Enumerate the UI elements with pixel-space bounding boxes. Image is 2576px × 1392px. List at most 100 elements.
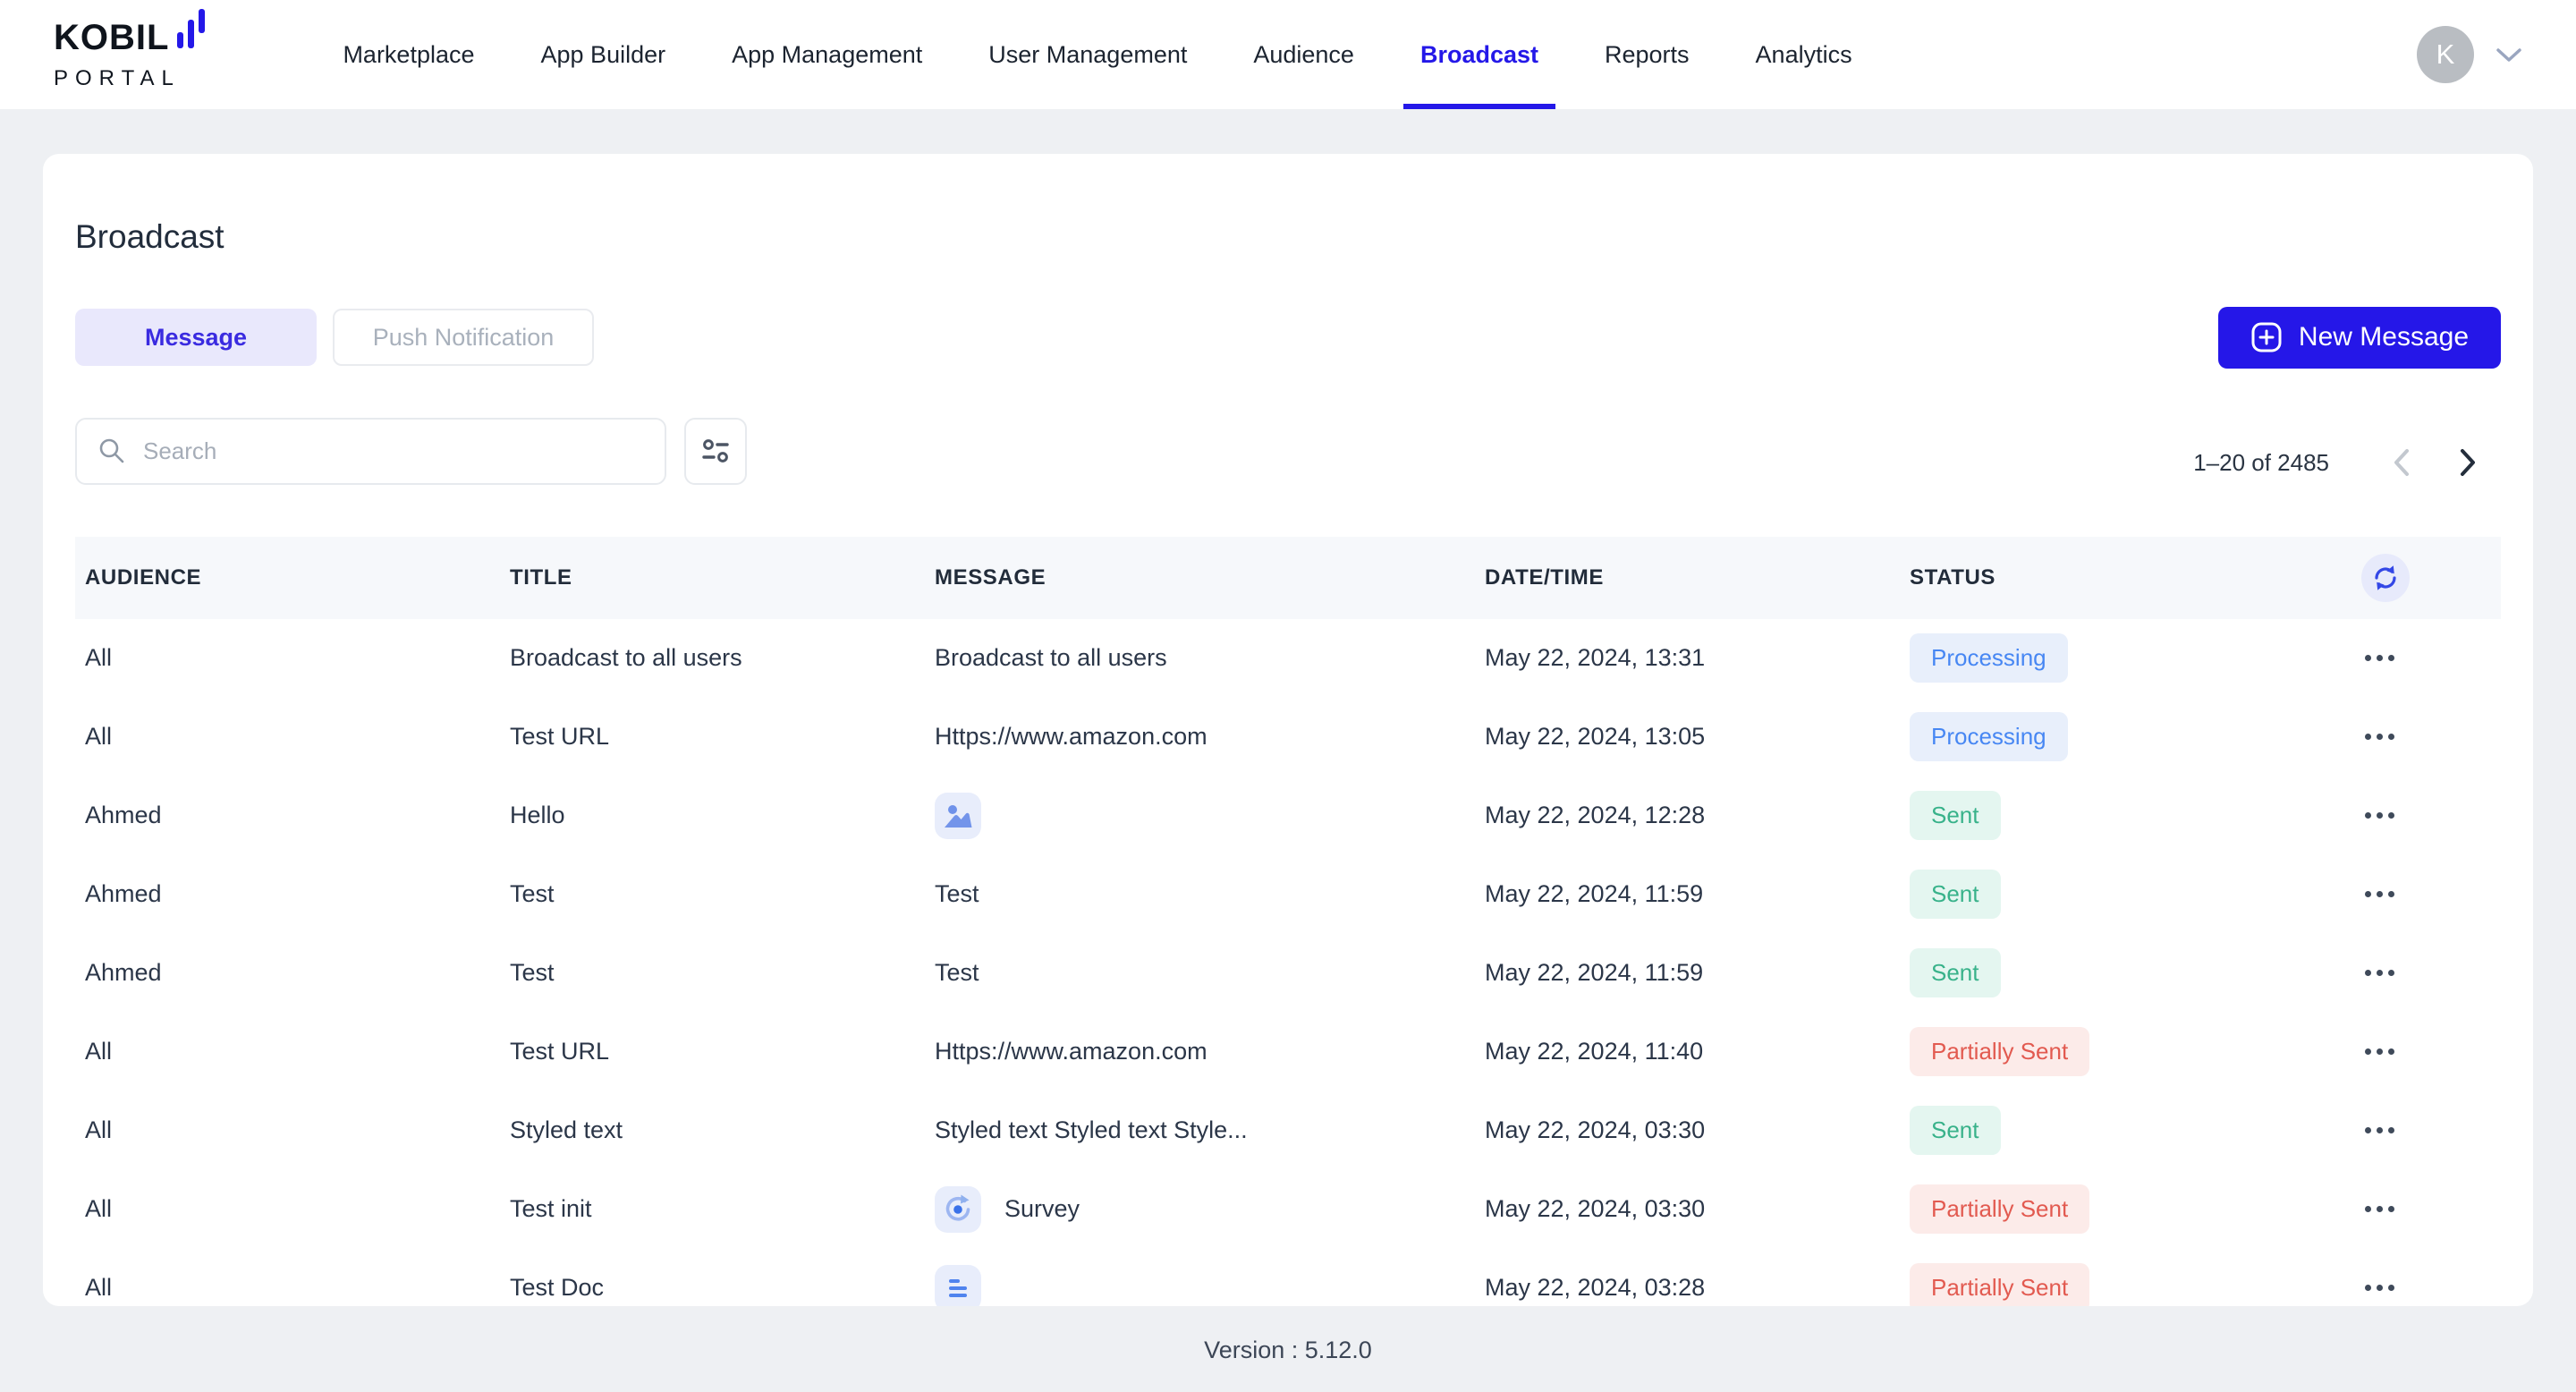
search-icon <box>97 436 127 466</box>
cell-message <box>925 793 1475 839</box>
cell-title: Hello <box>500 802 925 829</box>
tab-push-notification[interactable]: Push Notification <box>333 309 594 366</box>
nav-item-reports[interactable]: Reports <box>1572 0 1723 109</box>
column-header-date-time: DATE/TIME <box>1475 565 1900 590</box>
cell-status: Sent <box>1900 1106 2347 1155</box>
column-header-audience: AUDIENCE <box>75 565 500 590</box>
nav-item-audience[interactable]: Audience <box>1220 0 1387 109</box>
plus-square-icon <box>2250 321 2283 353</box>
message-text: Https://www.amazon.com <box>935 1038 1208 1065</box>
table-row: All Test URL Https://www.amazon.com May … <box>75 698 2501 777</box>
row-menu-button[interactable] <box>2347 721 2394 752</box>
cell-audience: All <box>75 1038 500 1065</box>
message-text: Survey <box>1004 1195 1080 1223</box>
row-menu-button[interactable] <box>2347 800 2394 831</box>
cell-status: Processing <box>1900 712 2347 761</box>
header-actions-cell <box>2347 554 2501 602</box>
message-text: Test <box>935 880 979 908</box>
refresh-icon <box>2370 563 2401 593</box>
cell-audience: Ahmed <box>75 802 500 829</box>
cell-status: Sent <box>1900 870 2347 919</box>
cell-message <box>925 1265 1475 1306</box>
table-row: All Broadcast to all users Broadcast to … <box>75 619 2501 698</box>
avatar[interactable]: K <box>2417 26 2474 83</box>
pagination-prev-button[interactable] <box>2368 441 2435 484</box>
cell-actions <box>2347 800 2501 831</box>
status-badge: Sent <box>1910 870 2001 919</box>
cell-datetime: May 22, 2024, 03:28 <box>1475 1274 1900 1302</box>
pagination-next-button[interactable] <box>2435 441 2501 484</box>
row-menu-button[interactable] <box>2347 957 2394 989</box>
status-badge: Processing <box>1910 712 2068 761</box>
cell-actions <box>2347 642 2501 674</box>
cell-title: Test init <box>500 1195 925 1223</box>
cell-datetime: May 22, 2024, 11:59 <box>1475 880 1900 908</box>
cell-audience: All <box>75 1195 500 1223</box>
tab-message[interactable]: Message <box>75 309 317 366</box>
top-navbar: KOBIL PORTAL MarketplaceApp BuilderApp M… <box>0 0 2576 109</box>
cell-datetime: May 22, 2024, 11:40 <box>1475 1038 1900 1065</box>
pagination: 1–20 of 2485 <box>2193 441 2501 484</box>
status-badge: Partially Sent <box>1910 1027 2089 1076</box>
search-input[interactable] <box>141 437 645 466</box>
cell-actions <box>2347 878 2501 910</box>
refresh-button[interactable] <box>2361 554 2410 602</box>
new-message-button[interactable]: New Message <box>2218 307 2501 369</box>
chevron-down-icon[interactable] <box>2496 47 2522 63</box>
status-badge: Partially Sent <box>1910 1184 2089 1234</box>
image-icon <box>935 793 981 839</box>
survey-icon <box>935 1186 981 1233</box>
table-row: All Test URL Https://www.amazon.com May … <box>75 1013 2501 1091</box>
cell-audience: Ahmed <box>75 959 500 987</box>
nav-item-app-management[interactable]: App Management <box>699 0 955 109</box>
column-header-status: STATUS <box>1900 565 2347 590</box>
cell-actions <box>2347 1193 2501 1225</box>
cell-audience: All <box>75 1274 500 1302</box>
cell-message: Broadcast to all users <box>925 644 1475 672</box>
cell-datetime: May 22, 2024, 13:05 <box>1475 723 1900 751</box>
column-header-message: MESSAGE <box>925 565 1475 590</box>
footer: Version : 5.12.0 <box>0 1308 2576 1392</box>
search-box <box>75 418 666 485</box>
row-menu-button[interactable] <box>2347 878 2394 910</box>
main-nav: MarketplaceApp BuilderApp ManagementUser… <box>309 0 1885 109</box>
cell-title: Test <box>500 959 925 987</box>
cell-datetime: May 22, 2024, 13:31 <box>1475 644 1900 672</box>
cell-status: Partially Sent <box>1900 1184 2347 1234</box>
tabs-row: Message Push Notification New Message <box>75 307 2501 369</box>
filter-settings-button[interactable] <box>684 418 747 485</box>
cell-status: Partially Sent <box>1900 1027 2347 1076</box>
broadcast-card: Broadcast MessagePush Notification New M… <box>43 154 2533 1306</box>
nav-item-analytics[interactable]: Analytics <box>1723 0 1885 109</box>
cell-status: Processing <box>1900 633 2347 683</box>
row-menu-button[interactable] <box>2347 1115 2394 1146</box>
status-badge: Sent <box>1910 791 2001 840</box>
cell-message: Https://www.amazon.com <box>925 723 1475 751</box>
cell-status: Sent <box>1900 948 2347 997</box>
cell-message: Https://www.amazon.com <box>925 1038 1475 1065</box>
nav-item-marketplace[interactable]: Marketplace <box>309 0 507 109</box>
row-menu-button[interactable] <box>2347 1272 2394 1303</box>
logo-signal-bars-icon <box>177 9 211 62</box>
user-menu: K <box>2417 0 2522 109</box>
cell-status: Partially Sent <box>1900 1263 2347 1306</box>
cell-title: Styled text <box>500 1116 925 1144</box>
row-menu-button[interactable] <box>2347 1036 2394 1067</box>
cell-message: Survey <box>925 1186 1475 1233</box>
table-row: Ahmed Test Test May 22, 2024, 11:59 Sent <box>75 934 2501 1013</box>
status-badge: Partially Sent <box>1910 1263 2089 1306</box>
table-row: Ahmed Test Test May 22, 2024, 11:59 Sent <box>75 855 2501 934</box>
nav-item-broadcast[interactable]: Broadcast <box>1387 0 1572 109</box>
row-menu-button[interactable] <box>2347 642 2394 674</box>
cell-title: Test <box>500 880 925 908</box>
cell-actions <box>2347 1115 2501 1146</box>
cell-title: Broadcast to all users <box>500 644 925 672</box>
table-row: All Test init Survey May 22, 2024, 03:30… <box>75 1170 2501 1249</box>
message-text: Broadcast to all users <box>935 644 1167 672</box>
row-menu-button[interactable] <box>2347 1193 2394 1225</box>
nav-item-app-builder[interactable]: App Builder <box>508 0 699 109</box>
cell-actions <box>2347 1272 2501 1303</box>
cell-actions <box>2347 957 2501 989</box>
cell-datetime: May 22, 2024, 12:28 <box>1475 802 1900 829</box>
nav-item-user-management[interactable]: User Management <box>955 0 1220 109</box>
